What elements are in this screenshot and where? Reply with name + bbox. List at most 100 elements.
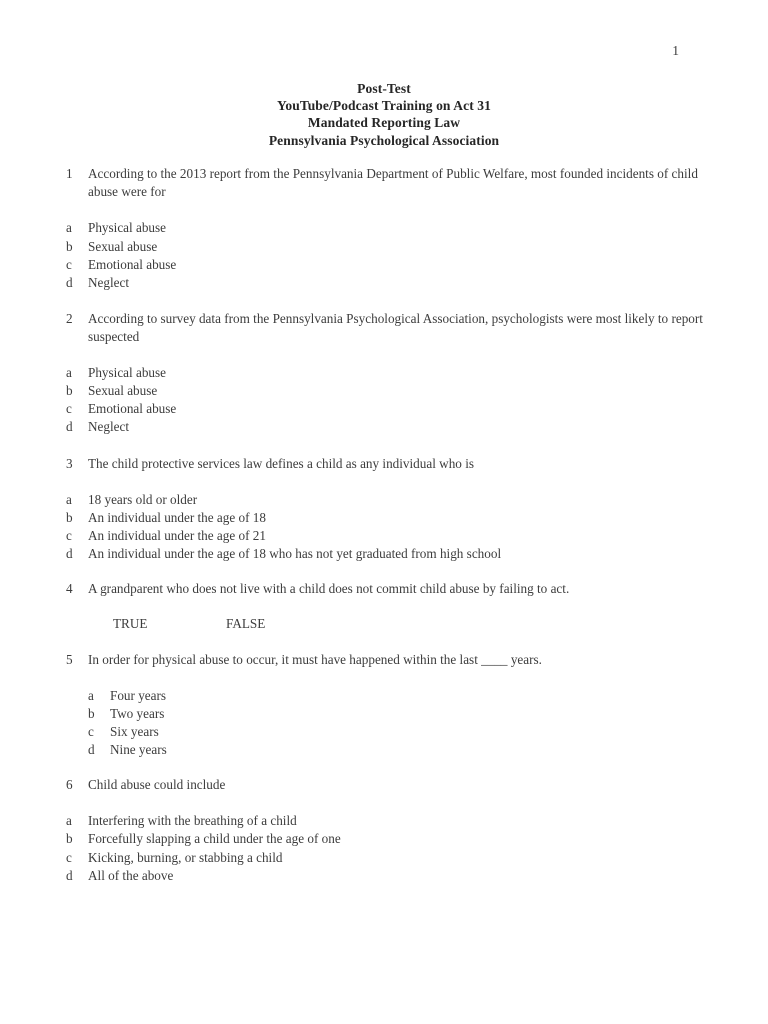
option-2b[interactable]: b Sexual abuse — [66, 382, 706, 400]
question-block-1: 1 According to the 2013 report from the … — [66, 165, 706, 292]
option-1a-text: Physical abuse — [88, 220, 167, 236]
question-2-text: According to survey data from the Pennsy… — [88, 310, 703, 344]
question-4: 4 A grandparent who does not live with a… — [66, 580, 706, 598]
option-6c[interactable]: c Kicking, burning, or stabbing a child — [66, 849, 706, 867]
option-2c[interactable]: c Emotional abuse — [66, 400, 706, 418]
option-1d-text: Neglect — [88, 274, 130, 290]
option-2a-text: Physical abuse — [88, 365, 167, 381]
question-block-3: 3 The child protective services law defi… — [66, 455, 706, 564]
question-5-number: 5 — [66, 651, 73, 667]
option-6a-letter: a — [66, 813, 72, 829]
option-5d-letter: d — [88, 742, 95, 758]
option-5c-text: Six years — [110, 723, 159, 739]
question-1-text: According to the 2013 report from the Pe… — [88, 166, 698, 200]
title-line-3: Mandated Reporting Law — [307, 115, 461, 131]
option-3c-letter: c — [66, 527, 72, 543]
option-5c-letter: c — [88, 723, 94, 739]
option-false[interactable]: FALSE — [226, 615, 265, 633]
option-1b-text: Sexual abuse — [88, 238, 158, 254]
option-3d-letter: d — [66, 546, 73, 562]
option-1d-letter: d — [66, 274, 73, 290]
question-2-number: 2 — [66, 310, 73, 326]
option-5d[interactable]: d Nine years — [88, 741, 706, 759]
question-1-number: 1 — [66, 166, 73, 181]
question-3-text: The child protective services law define… — [88, 455, 474, 471]
question-3-number: 3 — [66, 455, 73, 471]
option-3c[interactable]: c An individual under the age of 21 — [66, 527, 706, 545]
question-5: 5 In order for physical abuse to occur, … — [66, 651, 706, 669]
option-6d-letter: d — [66, 867, 73, 883]
page-number: 1 — [672, 43, 679, 58]
option-1d[interactable]: d Neglect — [66, 274, 706, 292]
option-1b[interactable]: b Sexual abuse — [66, 238, 706, 256]
document-title-block: Post-Test YouTube/Podcast Training on Ac… — [0, 80, 768, 149]
title-line-4: Pennsylvania Psychological Association — [268, 132, 500, 148]
option-3d-text: An individual under the age of 18 who ha… — [88, 546, 502, 562]
option-2d-text: Neglect — [88, 419, 130, 435]
option-2a-letter: a — [66, 365, 72, 381]
questions-container: 1 According to the 2013 report from the … — [66, 165, 706, 885]
question-4-number: 4 — [66, 581, 73, 597]
title-line-1: Post-Test — [357, 81, 411, 96]
option-6b[interactable]: b Forcefully slapping a child under the … — [66, 830, 706, 848]
option-6d-text: All of the above — [88, 867, 174, 883]
option-6a-text: Interfering with the breathing of a chil… — [88, 813, 297, 829]
question-block-6: 6 Child abuse could include a Interferin… — [66, 776, 706, 885]
option-5a[interactable]: a Four years — [88, 687, 706, 705]
question-3-options: a 18 years old or older b An individual … — [66, 491, 706, 563]
question-2-options: a Physical abuse b Sexual abuse c Emotio… — [66, 364, 706, 436]
option-6d[interactable]: d All of the above — [66, 867, 706, 885]
question-1: 1 According to the 2013 report from the … — [66, 165, 706, 201]
option-5c[interactable]: c Six years — [88, 723, 706, 741]
option-5b-letter: b — [88, 705, 95, 721]
option-1c[interactable]: c Emotional abuse — [66, 256, 706, 274]
option-2d[interactable]: d Neglect — [66, 418, 706, 436]
question-6-options: a Interfering with the breathing of a ch… — [66, 812, 706, 884]
title-line-2: YouTube/Podcast Training on Act 31 — [277, 98, 491, 114]
question-2: 2 According to survey data from the Penn… — [66, 310, 706, 346]
option-5b-text: Two years — [110, 705, 165, 721]
option-1a-letter: a — [66, 220, 72, 236]
option-2b-text: Sexual abuse — [88, 383, 158, 399]
option-6a[interactable]: a Interfering with the breathing of a ch… — [66, 812, 706, 830]
option-6c-text: Kicking, burning, or stabbing a child — [88, 849, 283, 865]
option-3d[interactable]: d An individual under the age of 18 who … — [66, 545, 706, 563]
question-5-text: In order for physical abuse to occur, it… — [88, 651, 542, 667]
option-2c-letter: c — [66, 401, 72, 417]
option-5a-letter: a — [88, 687, 94, 703]
question-1-options: a Physical abuse b Sexual abuse c Emotio… — [66, 219, 706, 291]
option-3b[interactable]: b An individual under the age of 18 — [66, 509, 706, 527]
option-6c-letter: c — [66, 849, 72, 865]
question-4-text: A grandparent who does not live with a c… — [88, 581, 570, 597]
option-5a-text: Four years — [110, 687, 167, 703]
option-3c-text: An individual under the age of 21 — [88, 527, 266, 543]
question-6-text: Child abuse could include — [88, 777, 226, 793]
option-3b-text: An individual under the age of 18 — [88, 509, 266, 525]
option-1c-letter: c — [66, 256, 72, 272]
question-4-true-false-row: TRUE FALSE — [113, 615, 706, 633]
option-5d-text: Nine years — [110, 742, 167, 758]
option-6b-letter: b — [66, 831, 73, 847]
option-3a-letter: a — [66, 491, 72, 507]
question-block-5: 5 In order for physical abuse to occur, … — [66, 651, 706, 760]
option-3b-letter: b — [66, 509, 73, 525]
option-2b-letter: b — [66, 383, 73, 399]
option-2c-text: Emotional abuse — [88, 401, 177, 417]
option-3a[interactable]: a 18 years old or older — [66, 491, 706, 509]
option-1a[interactable]: a Physical abuse — [66, 219, 706, 237]
question-6-number: 6 — [66, 777, 73, 793]
question-block-4: 4 A grandparent who does not live with a… — [66, 580, 706, 633]
option-3a-text: 18 years old or older — [88, 491, 198, 507]
question-5-options: a Four years b Two years c Six years d N… — [88, 687, 706, 759]
option-6b-text: Forcefully slapping a child under the ag… — [88, 831, 341, 847]
question-3: 3 The child protective services law defi… — [66, 455, 706, 473]
option-2d-letter: d — [66, 419, 73, 435]
option-1c-text: Emotional abuse — [88, 256, 177, 272]
option-2a[interactable]: a Physical abuse — [66, 364, 706, 382]
option-5b[interactable]: b Two years — [88, 705, 706, 723]
option-true[interactable]: TRUE — [113, 615, 226, 633]
